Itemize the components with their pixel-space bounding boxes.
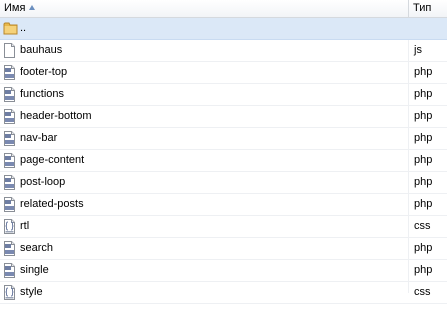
file-type: php: [414, 66, 433, 78]
file-type: php: [414, 88, 433, 100]
php-file-icon: [3, 175, 16, 190]
file-type: php: [414, 242, 433, 254]
file-type: js: [414, 44, 422, 56]
parent-directory-row[interactable]: ..: [0, 18, 447, 40]
css-file-icon: [3, 219, 16, 234]
file-row-search[interactable]: search php: [0, 238, 447, 260]
file-row-footer-top[interactable]: footer-top php: [0, 62, 447, 84]
file-name: functions: [20, 88, 65, 100]
name-column-header[interactable]: Имя: [0, 0, 408, 17]
file-type: php: [414, 154, 433, 166]
file-row-header-bottom[interactable]: header-bottom php: [0, 106, 447, 128]
file-name: related-posts: [20, 198, 84, 210]
file-name: search: [20, 242, 54, 254]
php-file-icon: [3, 263, 16, 278]
php-file-icon: [3, 87, 16, 102]
css-file-icon: [3, 285, 16, 300]
php-file-icon: [3, 131, 16, 146]
file-row-single[interactable]: single php: [0, 260, 447, 282]
file-type: css: [414, 286, 431, 298]
sort-ascending-icon: [29, 5, 36, 10]
folder-icon: [3, 21, 18, 36]
file-row-related-posts[interactable]: related-posts php: [0, 194, 447, 216]
blank-file-icon: [3, 43, 16, 58]
type-column-header[interactable]: Тип: [408, 0, 447, 17]
file-name: bauhaus: [20, 44, 63, 56]
file-name: footer-top: [20, 66, 68, 78]
type-column-label: Тип: [413, 2, 432, 14]
file-type: php: [414, 132, 433, 144]
php-file-icon: [3, 197, 16, 212]
php-file-icon: [3, 65, 16, 80]
file-type: php: [414, 198, 433, 210]
file-rows: .. bauhaus js footer-top php functions php hea…: [0, 18, 447, 304]
file-type: php: [414, 176, 433, 188]
file-row-style[interactable]: style css: [0, 282, 447, 304]
file-name: rtl: [20, 220, 30, 232]
file-type: css: [414, 220, 431, 232]
file-name: header-bottom: [20, 110, 92, 122]
file-row-page-content[interactable]: page-content php: [0, 150, 447, 172]
file-row-post-loop[interactable]: post-loop php: [0, 172, 447, 194]
file-row-nav-bar[interactable]: nav-bar php: [0, 128, 447, 150]
file-row-rtl[interactable]: rtl css: [0, 216, 447, 238]
php-file-icon: [3, 241, 16, 256]
file-name: single: [20, 264, 49, 276]
file-name: page-content: [20, 154, 85, 166]
name-column-label: Имя: [4, 2, 26, 14]
file-row-functions[interactable]: functions php: [0, 84, 447, 106]
file-type: php: [414, 264, 433, 276]
file-row-bauhaus[interactable]: bauhaus js: [0, 40, 447, 62]
file-list: Имя Тип .. bauhaus js footer-top php functio…: [0, 0, 447, 317]
file-name: post-loop: [20, 176, 66, 188]
file-name: nav-bar: [20, 132, 58, 144]
file-type: php: [414, 110, 433, 122]
parent-directory-label: ..: [20, 22, 27, 34]
column-header: Имя Тип: [0, 0, 447, 18]
php-file-icon: [3, 109, 16, 124]
php-file-icon: [3, 153, 16, 168]
file-name: style: [20, 286, 43, 298]
